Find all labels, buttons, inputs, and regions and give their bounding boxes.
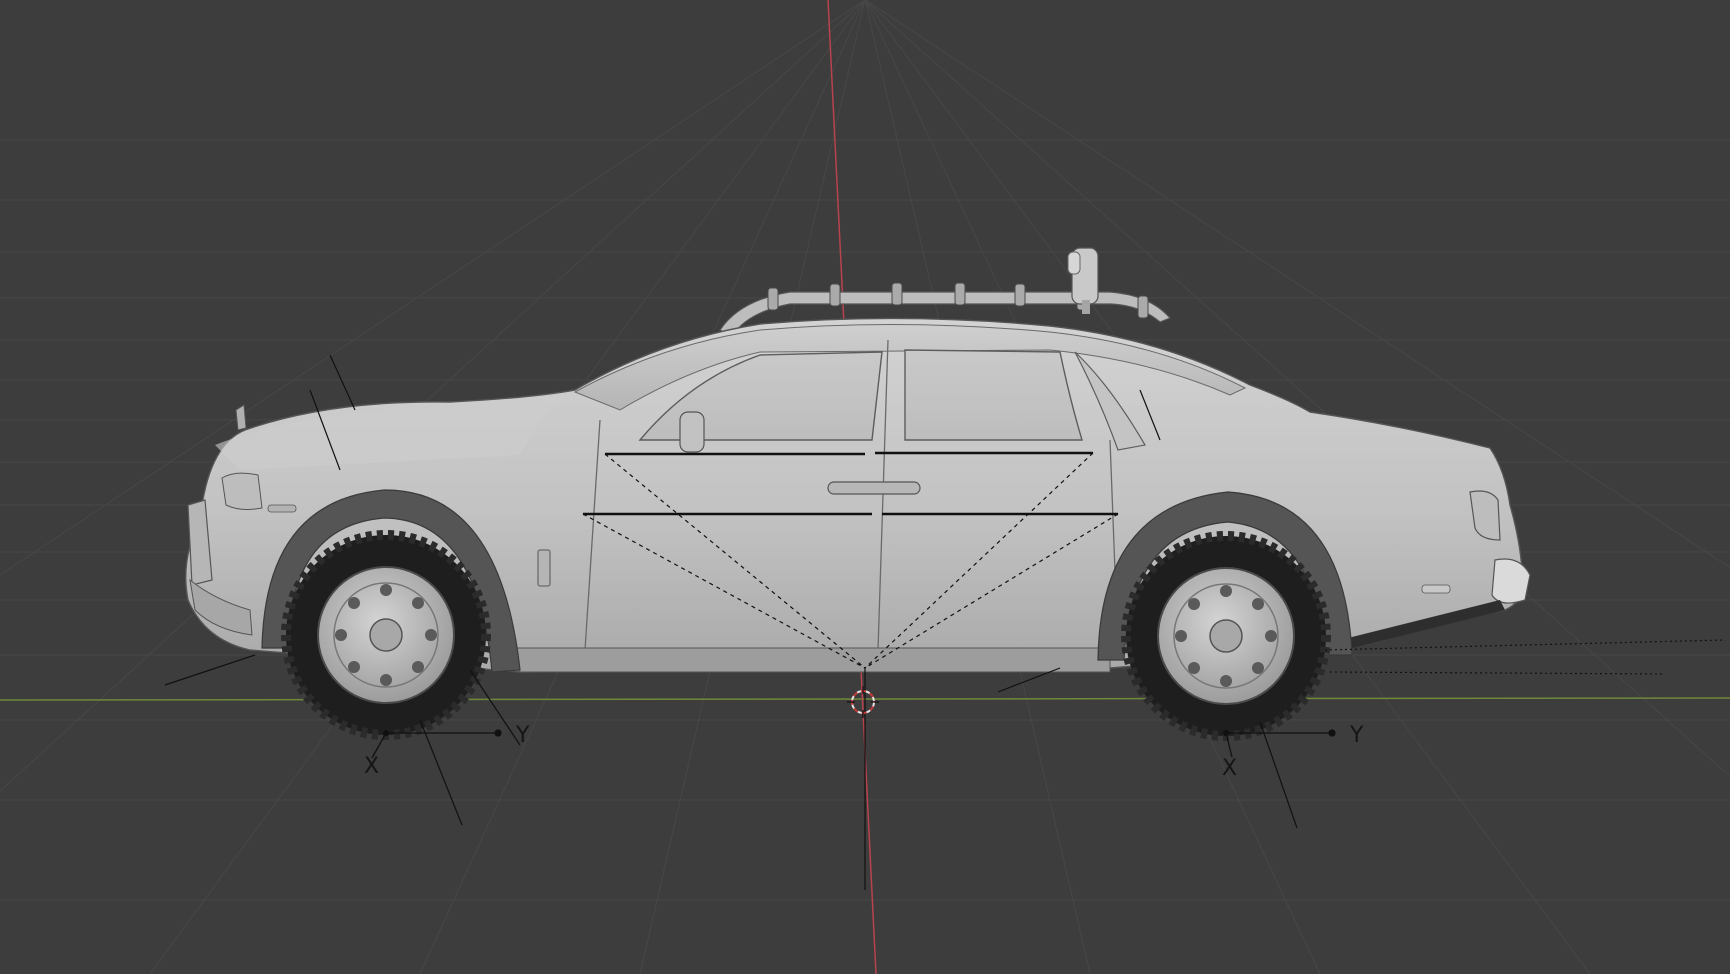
car-model[interactable] — [185, 247, 1531, 741]
3d-viewport[interactable]: Y X Y X — [0, 0, 1730, 974]
scene-canvas[interactable]: Y X Y X — [0, 0, 1730, 974]
rear-window — [904, 349, 1083, 441]
front-wheel[interactable] — [281, 530, 491, 740]
door-handle — [827, 481, 921, 495]
rear-gizmo-x-label: X — [1222, 756, 1237, 781]
front-gizmo-x-label: X — [364, 754, 379, 779]
side-mirror — [679, 411, 705, 453]
hood-ornament — [235, 404, 247, 431]
rear-gizmo-y-label: Y — [1349, 723, 1364, 748]
rear-wheel[interactable] — [1121, 531, 1331, 741]
front-gizmo-y-label: Y — [515, 723, 530, 748]
